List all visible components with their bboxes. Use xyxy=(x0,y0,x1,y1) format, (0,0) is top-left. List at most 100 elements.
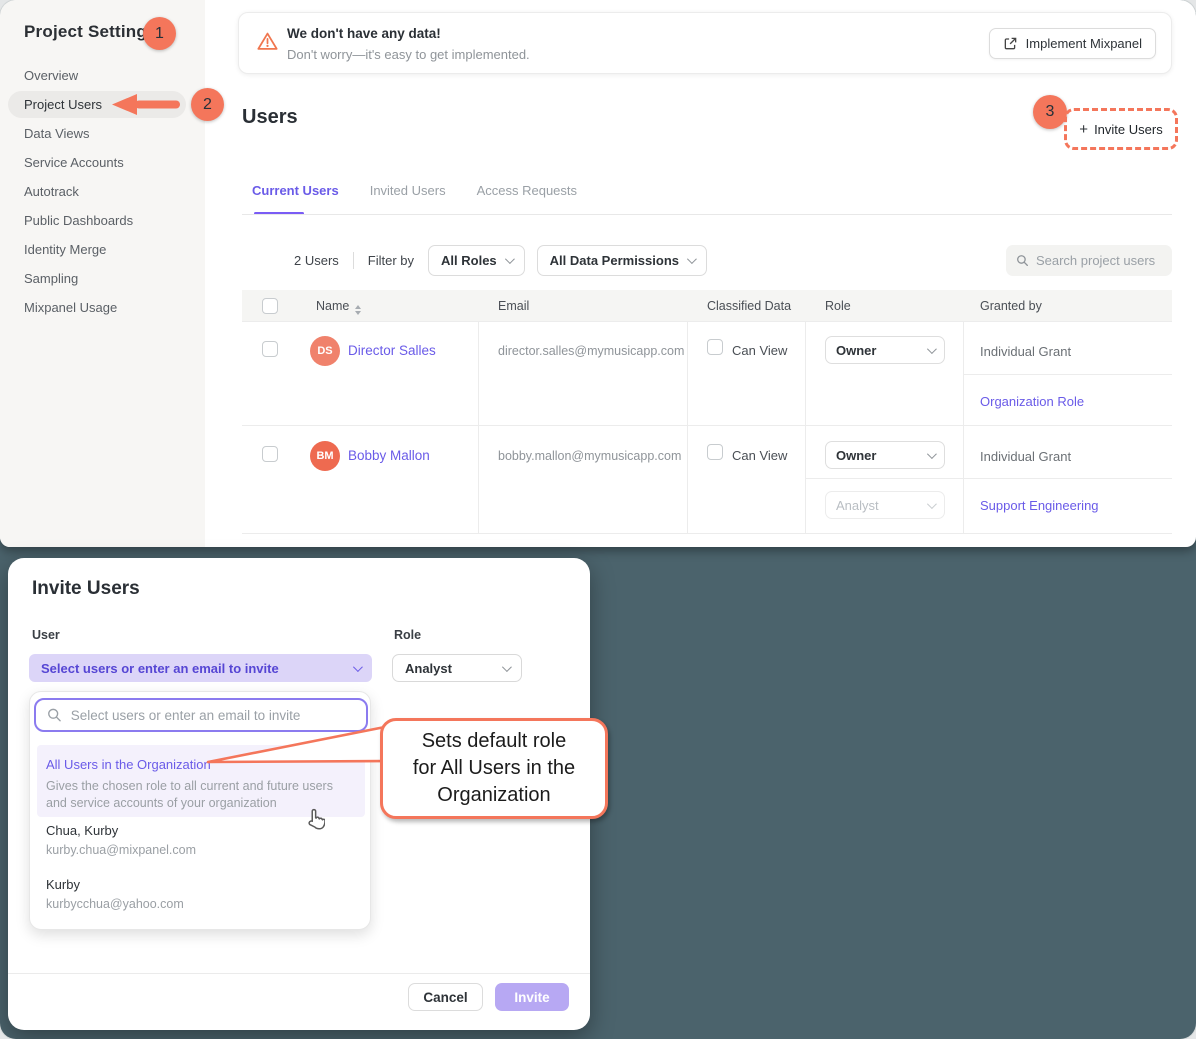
sidebar-title: Project Settings xyxy=(24,22,157,42)
user-name-link[interactable]: Director Salles xyxy=(348,343,436,358)
external-link-icon xyxy=(1003,36,1018,51)
chevron-down-icon xyxy=(927,449,937,459)
settings-sidebar: Project Settings Overview Project Users … xyxy=(0,0,205,547)
row-checkbox[interactable] xyxy=(262,446,278,462)
invite-button[interactable]: Invite xyxy=(495,983,569,1011)
role-value: Analyst xyxy=(836,498,879,513)
role-value: Owner xyxy=(836,343,876,358)
option-kurby[interactable]: Kurby kurbycchua@yahoo.com xyxy=(46,877,184,911)
select-all-checkbox[interactable] xyxy=(262,298,278,314)
column-header-email: Email xyxy=(498,290,529,322)
page-title: Users xyxy=(242,106,298,129)
user-count: 2 Users xyxy=(294,253,339,268)
banner-subtitle: Don't worry—it's easy to get implemented… xyxy=(287,47,530,62)
tab-invited-users[interactable]: Invited Users xyxy=(370,183,446,198)
role-value: Owner xyxy=(836,448,876,463)
screenshot-page: Project Settings Overview Project Users … xyxy=(0,0,1196,1039)
chevron-down-icon xyxy=(502,662,512,672)
sidebar-item-public-dashboards[interactable]: Public Dashboards xyxy=(8,207,186,234)
banner-action-label: Implement Mixpanel xyxy=(1026,36,1142,51)
role-dropdown[interactable]: Owner xyxy=(825,336,945,364)
role-select[interactable]: Analyst xyxy=(392,654,522,682)
all-roles-filter[interactable]: All Roles xyxy=(428,245,525,276)
sidebar-item-sampling[interactable]: Sampling xyxy=(8,265,186,292)
column-header-granted-by: Granted by xyxy=(980,290,1042,322)
sidebar-item-service-accounts[interactable]: Service Accounts xyxy=(8,149,186,176)
option-email: kurby.chua@mixpanel.com xyxy=(46,843,196,857)
column-header-role: Role xyxy=(825,290,851,322)
warning-triangle-icon xyxy=(257,31,278,51)
role-dropdown-disabled: Analyst xyxy=(825,491,945,519)
granted-by-value: Individual Grant xyxy=(980,344,1071,359)
can-view-checkbox[interactable] xyxy=(707,339,723,355)
avatar: DS xyxy=(310,336,340,366)
row-checkbox[interactable] xyxy=(262,341,278,357)
chevron-down-icon xyxy=(353,662,363,672)
sidebar-item-mixpanel-usage[interactable]: Mixpanel Usage xyxy=(8,294,186,321)
avatar: BM xyxy=(310,441,340,471)
role-dropdown[interactable]: Owner xyxy=(825,441,945,469)
option-title: Kurby xyxy=(46,877,184,892)
banner-title: We don't have any data! xyxy=(287,26,441,41)
table-bottom-border xyxy=(242,533,1172,534)
column-header-name[interactable]: Name xyxy=(316,290,361,322)
user-select[interactable]: Select users or enter an email to invite xyxy=(29,654,372,682)
sidebar-item-data-views[interactable]: Data Views xyxy=(8,120,186,147)
support-engineering-link[interactable]: Support Engineering xyxy=(980,498,1099,513)
toolbar-divider xyxy=(353,252,354,269)
column-divider xyxy=(963,322,964,533)
row-divider xyxy=(242,425,1172,426)
user-email: bobby.mallon@mymusicapp.com xyxy=(498,449,681,463)
cancel-button[interactable]: Cancel xyxy=(408,983,483,1011)
user-field-label: User xyxy=(32,628,60,642)
implement-mixpanel-button[interactable]: Implement Mixpanel xyxy=(989,28,1156,59)
all-data-permissions-filter[interactable]: All Data Permissions xyxy=(537,245,707,276)
grant-divider xyxy=(963,374,1172,375)
search-project-users[interactable] xyxy=(1006,245,1172,276)
all-roles-label: All Roles xyxy=(441,253,497,268)
dialog-title: Invite Users xyxy=(32,578,140,600)
sidebar-item-identity-merge[interactable]: Identity Merge xyxy=(8,236,186,263)
search-icon xyxy=(47,707,62,723)
table-header: Name Email Classified Data Role Granted … xyxy=(242,290,1172,322)
filter-by-label: Filter by xyxy=(368,253,414,268)
column-divider xyxy=(687,322,688,533)
tab-current-users[interactable]: Current Users xyxy=(252,183,339,198)
no-data-banner: We don't have any data! Don't worry—it's… xyxy=(238,12,1172,74)
option-chua-kurby[interactable]: Chua, Kurby kurby.chua@mixpanel.com xyxy=(46,823,196,857)
chevron-down-icon xyxy=(687,254,697,264)
chevron-down-icon xyxy=(505,254,515,264)
dropdown-search-input[interactable] xyxy=(71,708,355,723)
sort-icon xyxy=(355,305,361,315)
granted-by-value: Individual Grant xyxy=(980,449,1071,464)
step-badge-3: 3 xyxy=(1033,95,1067,129)
role-field-label: Role xyxy=(394,628,421,642)
column-header-classified-data: Classified Data xyxy=(707,290,791,322)
user-name-link[interactable]: Bobby Mallon xyxy=(348,448,430,463)
option-all-users-org[interactable]: All Users in the Organization Gives the … xyxy=(37,745,365,817)
can-view-label: Can View xyxy=(732,448,787,463)
dropdown-search[interactable] xyxy=(34,698,368,732)
column-divider xyxy=(478,322,479,533)
step-badge-2: 2 xyxy=(191,88,224,121)
dialog-footer-divider xyxy=(8,973,590,974)
option-title: Chua, Kurby xyxy=(46,823,196,838)
search-input[interactable] xyxy=(1036,253,1162,268)
can-view-label: Can View xyxy=(732,343,787,358)
tab-access-requests[interactable]: Access Requests xyxy=(477,183,577,198)
sidebar-item-autotrack[interactable]: Autotrack xyxy=(8,178,186,205)
user-select-value: Select users or enter an email to invite xyxy=(41,661,279,676)
can-view-checkbox[interactable] xyxy=(707,444,723,460)
sidebar-item-overview[interactable]: Overview xyxy=(8,62,186,89)
project-settings-screen: Project Settings Overview Project Users … xyxy=(0,0,1196,547)
hand-cursor-icon xyxy=(306,808,325,830)
invite-users-button[interactable]: + Invite Users xyxy=(1079,121,1162,138)
tabs-divider xyxy=(242,214,1172,215)
annotation-callout: Sets default role for All Users in the O… xyxy=(380,718,608,819)
option-title: All Users in the Organization xyxy=(46,757,356,772)
organization-role-link[interactable]: Organization Role xyxy=(980,394,1084,409)
search-icon xyxy=(1016,253,1029,268)
users-tabs: Current Users Invited Users Access Reque… xyxy=(252,183,577,198)
grant-divider xyxy=(805,478,1172,479)
chevron-down-icon xyxy=(927,499,937,509)
